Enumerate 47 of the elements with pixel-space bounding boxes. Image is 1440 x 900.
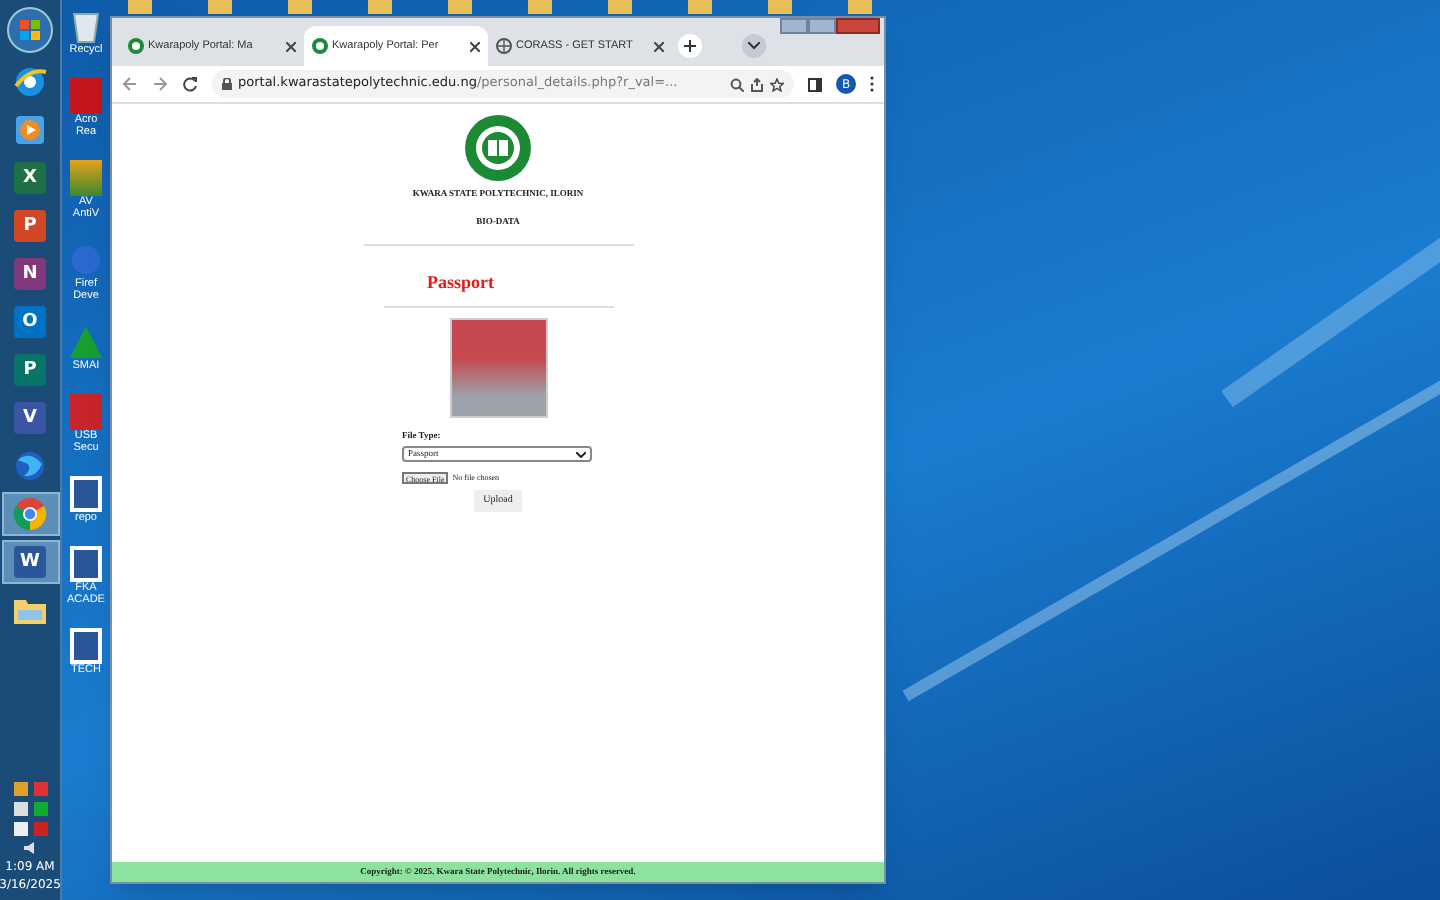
- taskbar-button[interactable]: P: [1, 348, 59, 392]
- word-document-icon[interactable]: [70, 628, 102, 664]
- taskbar-button[interactable]: O: [1, 300, 59, 344]
- trash-bin-icon[interactable]: [70, 8, 102, 44]
- share-icon[interactable]: [750, 77, 764, 91]
- crest-icon: [312, 38, 328, 54]
- app-icon[interactable]: O: [14, 306, 46, 338]
- school-logo: [464, 114, 532, 182]
- star-icon[interactable]: [770, 77, 784, 91]
- tab-search-button[interactable]: [742, 34, 766, 58]
- zoom-icon[interactable]: [730, 77, 744, 91]
- lock-icon: [222, 78, 232, 90]
- taskbar-button[interactable]: P: [1, 204, 59, 248]
- close-icon[interactable]: [654, 41, 664, 51]
- close-icon[interactable]: [470, 41, 480, 51]
- photo-placeholder: [449, 317, 547, 417]
- side-panel-icon[interactable]: [808, 77, 822, 91]
- close-icon[interactable]: [286, 41, 296, 51]
- globe-e-icon[interactable]: [12, 64, 48, 100]
- speaker-icon[interactable]: [22, 840, 38, 856]
- taskbar-button[interactable]: N: [1, 252, 59, 296]
- plus-icon[interactable]: [684, 40, 696, 52]
- app-icon[interactable]: V: [14, 402, 46, 434]
- taskbar-button[interactable]: X: [1, 156, 59, 200]
- start-orb-icon[interactable]: [6, 6, 54, 54]
- crest-icon: [128, 38, 144, 54]
- taskbar-button[interactable]: V: [1, 396, 59, 440]
- chevron-down-icon[interactable]: [748, 42, 760, 50]
- folder-icon[interactable]: [12, 594, 48, 626]
- word-document-icon[interactable]: [70, 546, 102, 582]
- taskbar-button[interactable]: [1, 492, 59, 536]
- chrome-icon[interactable]: [12, 496, 48, 532]
- app-icon[interactable]: N: [14, 258, 46, 290]
- globe-icon: [496, 38, 512, 54]
- app-icon[interactable]: X: [14, 162, 46, 194]
- reload-icon[interactable]: [182, 76, 198, 92]
- app-icon[interactable]: W: [14, 546, 46, 578]
- word-document-icon[interactable]: [70, 476, 102, 512]
- chevron-down-icon: [576, 451, 586, 458]
- section-heading: Passport: [427, 271, 494, 291]
- new-tab-button[interactable]: [678, 34, 702, 58]
- taskbar-button[interactable]: W: [1, 540, 59, 584]
- play-icon[interactable]: [14, 114, 46, 146]
- back-arrow-icon[interactable]: [122, 76, 138, 92]
- app-icon[interactable]: P: [14, 210, 46, 242]
- forward-arrow-icon[interactable]: [152, 76, 168, 92]
- app-icon[interactable]: P: [14, 354, 46, 386]
